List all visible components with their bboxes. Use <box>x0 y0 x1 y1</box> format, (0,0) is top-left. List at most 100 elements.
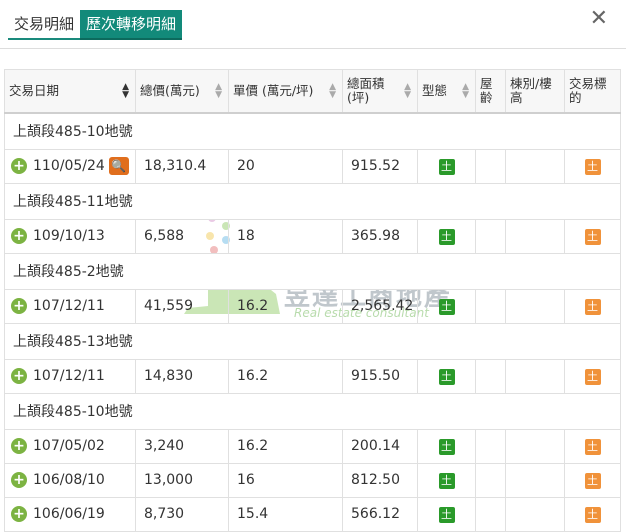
land-type-badge: 土 <box>438 472 455 489</box>
date-cell: +107/05/02 <box>4 428 136 464</box>
type-cell: 土 <box>417 496 476 532</box>
building-floor-cell <box>505 148 565 184</box>
building-floor-cell <box>505 496 565 532</box>
sort-icon[interactable]: ▲ ▼ <box>122 82 129 99</box>
unit-price: 16.2 <box>228 358 343 394</box>
age-cell <box>475 288 506 324</box>
parcel-title: 上頡段485-11地號 <box>4 182 621 220</box>
column-header-1[interactable]: 總價(萬元) ▲ ▼ <box>135 69 229 114</box>
plus-circle-icon[interactable]: + <box>11 368 27 384</box>
tab-1[interactable]: 歷次轉移明細 <box>80 10 183 40</box>
date-cell: +106/08/10 <box>4 462 136 498</box>
target-cell: 土 <box>564 428 621 464</box>
land-target-badge: 土 <box>584 158 601 175</box>
group-row: 上頡段485-10地號 <box>4 392 621 430</box>
total-price: 18,310.4 <box>135 148 229 184</box>
target-cell: 土 <box>564 462 621 498</box>
land-target-badge: 土 <box>584 438 601 455</box>
parcel-title: 上頡段485-2地號 <box>4 252 621 290</box>
total-area: 915.50 <box>342 358 418 394</box>
column-header-label: 單價 (萬元/坪) <box>233 83 314 99</box>
table-row[interactable]: +107/05/02 3,240 16.2 200.14 土土 <box>4 428 621 464</box>
land-type-badge: 土 <box>438 298 455 315</box>
type-cell: 土 <box>417 428 476 464</box>
parcel-title: 上頡段485-10地號 <box>4 112 621 150</box>
plus-circle-icon[interactable]: + <box>11 438 27 454</box>
group-row: 上頡段485-10地號 <box>4 112 621 150</box>
type-cell: 土 <box>417 288 476 324</box>
close-icon[interactable]: ✕ <box>590 6 608 31</box>
column-header-2[interactable]: 單價 (萬元/坪) ▲ ▼ <box>228 69 343 114</box>
column-header-label: 總價(萬元) <box>140 83 200 99</box>
column-header-7[interactable]: 交易標的 <box>564 69 621 114</box>
divider <box>0 48 626 49</box>
group-row: 上頡段485-13地號 <box>4 322 621 360</box>
building-floor-cell <box>505 288 565 324</box>
age-cell <box>475 218 506 254</box>
unit-price: 20 <box>228 148 343 184</box>
sort-icon[interactable]: ▲ ▼ <box>404 82 411 99</box>
table-row[interactable]: +109/10/13 6,588 18 365.98 土土 <box>4 218 621 254</box>
column-header-4[interactable]: 型態 ▲ ▼ <box>417 69 476 114</box>
plus-circle-icon[interactable]: + <box>11 228 27 244</box>
land-type-badge: 土 <box>438 506 455 523</box>
plus-circle-icon[interactable]: + <box>11 158 27 174</box>
date-cell: +107/12/11 <box>4 288 136 324</box>
plus-circle-icon[interactable]: + <box>11 506 27 522</box>
table-row[interactable]: +107/12/11 41,559 16.2 2,565.42 土 土 <box>4 288 621 324</box>
plus-circle-icon[interactable]: + <box>11 472 27 488</box>
tab-0[interactable]: 交易明細 <box>8 10 81 40</box>
unit-price: 16.2 <box>228 288 343 324</box>
column-header-label: 棟別/樓高 <box>510 75 552 105</box>
total-area: 566.12 <box>342 496 418 532</box>
target-cell: 土 <box>564 148 621 184</box>
land-target-badge: 土 <box>584 368 601 385</box>
land-target-badge: 土 <box>584 506 601 523</box>
parcel-title: 上頡段485-13地號 <box>4 322 621 360</box>
sort-icon[interactable]: ▲ ▼ <box>215 82 222 99</box>
total-price: 41,559 <box>135 288 229 324</box>
table-row[interactable]: +106/08/10 13,000 16 812.50 土土 <box>4 462 621 498</box>
total-area: 812.50 <box>342 462 418 498</box>
trade-date: 109/10/13 <box>33 228 105 244</box>
table-row[interactable]: +107/12/11 14,830 16.2 915.50 土土 <box>4 358 621 394</box>
building-floor-cell <box>505 218 565 254</box>
parcel-title: 上頡段485-10地號 <box>4 392 621 430</box>
column-header-label: 交易標的 <box>569 75 607 105</box>
total-price: 8,730 <box>135 496 229 532</box>
column-header-3[interactable]: 總面積 (坪) ▲ ▼ <box>342 69 418 114</box>
total-area: 2,565.42 <box>342 288 418 324</box>
column-header-label: 總面積 (坪) <box>347 75 385 105</box>
total-price: 3,240 <box>135 428 229 464</box>
total-area: 915.52 <box>342 148 418 184</box>
land-type-badge: 土 <box>438 368 455 385</box>
trade-date: 107/05/02 <box>33 438 105 454</box>
group-row: 上頡段485-11地號 <box>4 182 621 220</box>
column-header-5[interactable]: 屋齡 <box>475 69 506 114</box>
table-row[interactable]: +110/05/24 🔍 18,310.4 20 915.52 土土 <box>4 148 621 184</box>
column-header-6[interactable]: 棟別/樓高 <box>505 69 565 114</box>
unit-price: 18 <box>228 218 343 254</box>
sort-icon[interactable]: ▲ ▼ <box>462 82 469 99</box>
group-row: 上頡段485-2地號 <box>4 252 621 290</box>
column-header-0[interactable]: 交易日期 ▲ ▼ <box>4 69 136 114</box>
column-header-label: 屋齡 <box>480 75 493 105</box>
sort-icon[interactable]: ▲ ▼ <box>329 82 336 99</box>
unit-price: 15.4 <box>228 496 343 532</box>
tab-bar: 交易明細 歷次轉移明細 <box>8 10 183 40</box>
target-cell: 土 <box>564 218 621 254</box>
magnifier-icon[interactable]: 🔍 <box>108 157 129 175</box>
transfer-history-table: 交易日期 ▲ ▼ 總價(萬元) ▲ ▼ 單價 (萬元/坪) ▲ ▼ 總面積 (坪) ▲ ▼ 型態 ▲ ▼ 屋齡… <box>4 69 621 532</box>
trade-date: 106/08/10 <box>33 472 105 488</box>
type-cell: 土 <box>417 462 476 498</box>
table-header-row: 交易日期 ▲ ▼ 總價(萬元) ▲ ▼ 單價 (萬元/坪) ▲ ▼ 總面積 (坪) ▲ ▼ 型態 ▲ ▼ 屋齡… <box>4 69 621 114</box>
plus-circle-icon[interactable]: + <box>11 298 27 314</box>
age-cell <box>475 428 506 464</box>
age-cell <box>475 496 506 532</box>
target-cell: 土 <box>564 496 621 532</box>
land-target-badge: 土 <box>584 298 601 315</box>
table-row[interactable]: +106/06/19 8,730 15.4 566.12 土 土 <box>4 496 621 532</box>
land-type-badge: 土 <box>438 158 455 175</box>
trade-date: 106/06/19 <box>33 506 105 522</box>
column-header-label: 型態 <box>422 83 448 99</box>
